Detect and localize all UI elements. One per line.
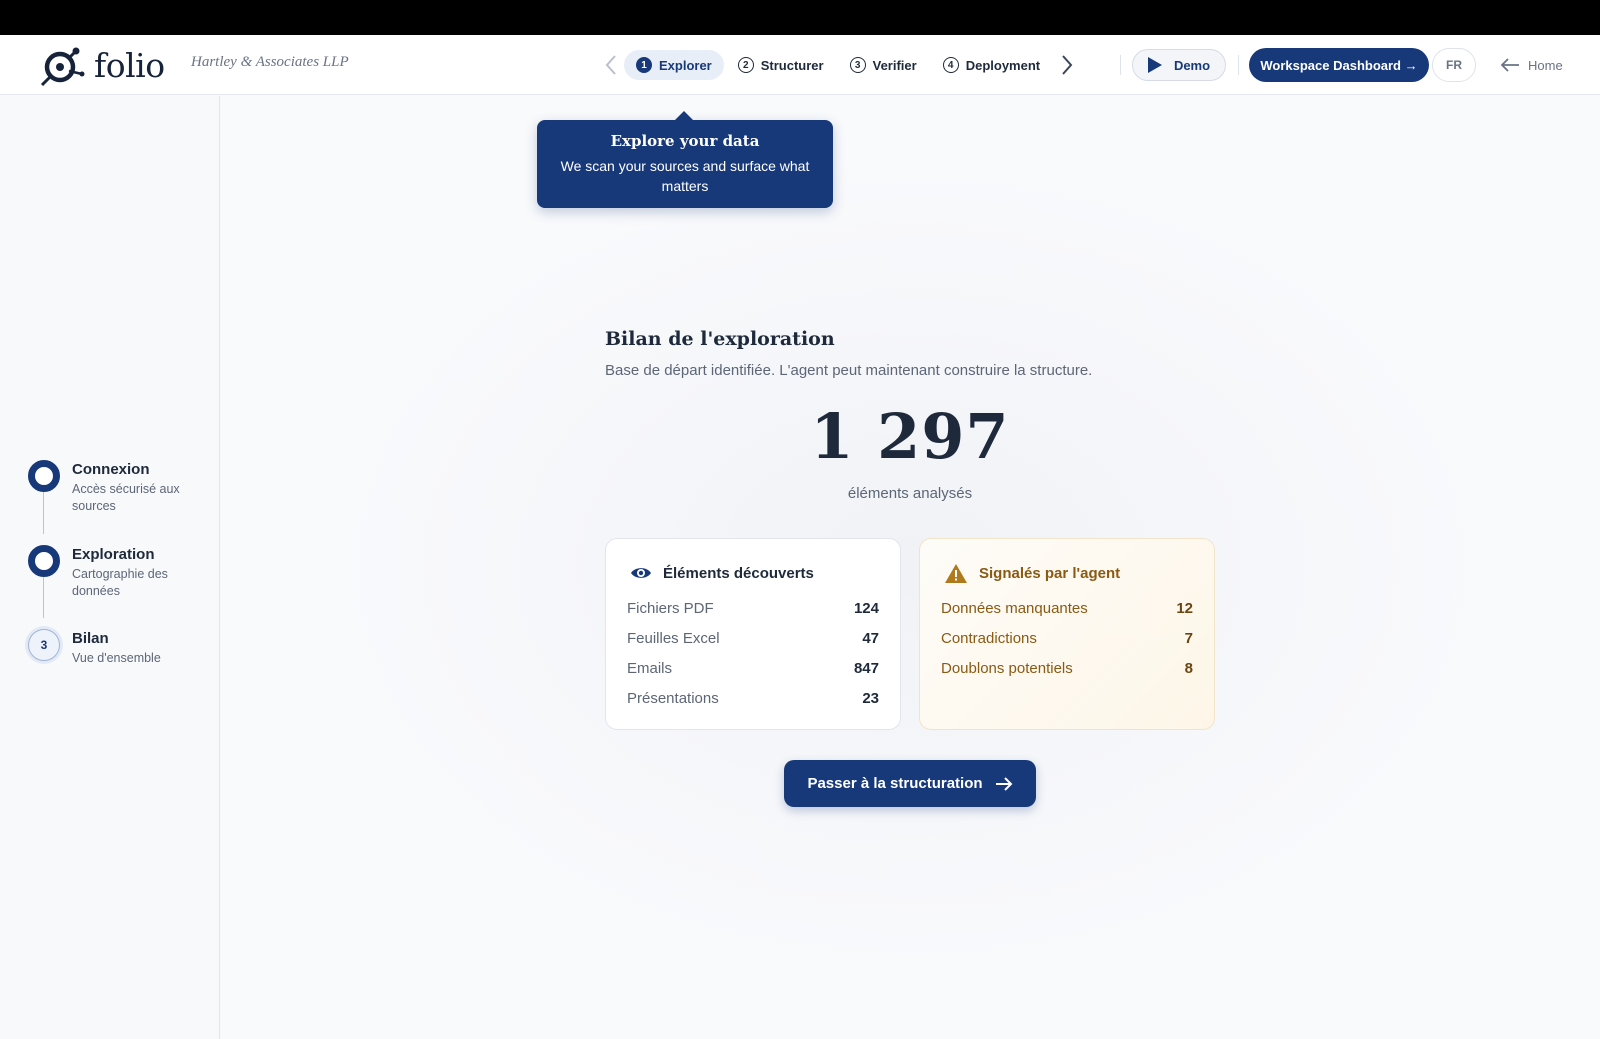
chevron-left-icon xyxy=(605,55,616,75)
step-number: 4 xyxy=(942,57,959,73)
step-label: Deployment xyxy=(965,57,1041,73)
list-item: Contradictions 7 xyxy=(941,623,1193,653)
flagged-items-card: Signalés par l'agent Données manquantes … xyxy=(919,538,1215,730)
step-tab-verifier[interactable]: 3 Verifier xyxy=(838,50,929,80)
total-items-label: éléments analysés xyxy=(847,485,973,502)
folio-logo-icon xyxy=(40,47,85,87)
onboarding-tooltip: Explore your data We scan your sources a… xyxy=(537,111,833,208)
cta-label: Passer à la structuration xyxy=(807,775,983,792)
step-tab-explorer[interactable]: 1 Explorer xyxy=(624,50,724,80)
sidebar-step-subtitle: Accès sécurisé aux sources xyxy=(72,482,180,513)
tooltip-body: We scan your sources and surface what ma… xyxy=(560,158,810,194)
step-tab-structurer[interactable]: 2 Structurer xyxy=(726,50,836,80)
sidebar-step-title: Bilan xyxy=(72,630,109,647)
list-item: Doublons potentiels 8 xyxy=(941,653,1193,683)
home-label: Home xyxy=(1528,57,1563,73)
progress-sidebar: Connexion Accès sécurisé aux sources Exp… xyxy=(0,96,220,1039)
company-name: Hartley & Associates LLP xyxy=(191,54,349,70)
top-black-bar xyxy=(0,0,1600,35)
language-toggle[interactable]: FR xyxy=(1432,48,1476,82)
main-content xyxy=(221,96,1600,1039)
item-count: 8 xyxy=(1184,659,1193,677)
arrow-right-icon xyxy=(995,776,1012,791)
tooltip-title: Explore your data xyxy=(610,132,760,150)
step-number-indicator: 3 xyxy=(28,629,60,661)
step-done-indicator xyxy=(28,545,60,577)
next-step-button[interactable] xyxy=(1054,49,1080,81)
step-tab-deployment[interactable]: 4 Deployment xyxy=(931,50,1052,80)
warning-icon xyxy=(945,563,967,583)
item-count: 847 xyxy=(853,659,879,677)
demo-button[interactable]: Demo xyxy=(1132,49,1226,81)
total-items-count: 1 297 xyxy=(810,400,1010,473)
card-header: Signalés par l'agent xyxy=(941,559,1193,587)
card-header: Éléments découverts xyxy=(627,559,879,587)
sidebar-step-subtitle: Cartographie des données xyxy=(72,567,168,598)
sidebar-step-title: Exploration xyxy=(72,546,155,563)
page-subtitle: Base de départ identifiée. L'agent peut … xyxy=(605,362,1093,379)
step-done-indicator xyxy=(28,460,60,492)
step-number: 2 xyxy=(737,57,754,73)
step-navigation: 1 Explorer 2 Structurer 3 Verifier 4 Dep… xyxy=(598,49,1080,81)
discovered-items-card: Éléments découverts Fichiers PDF 124 Feu… xyxy=(605,538,901,730)
step-label: Explorer xyxy=(659,57,712,73)
item-label: Feuilles Excel xyxy=(627,629,720,647)
prev-step-button[interactable] xyxy=(598,49,624,81)
eye-icon xyxy=(631,568,651,578)
list-item: Fichiers PDF 124 xyxy=(627,593,879,623)
item-label: Contradictions xyxy=(941,629,1037,647)
item-count: 47 xyxy=(862,629,879,647)
step-label: Verifier xyxy=(872,57,917,73)
list-item: Feuilles Excel 47 xyxy=(627,623,879,653)
item-count: 23 xyxy=(862,689,879,707)
logo-text: folio xyxy=(94,45,165,85)
workspace-dashboard-button[interactable]: Workspace Dashboard → xyxy=(1249,48,1429,82)
item-label: Présentations xyxy=(627,689,719,707)
header-divider xyxy=(1120,55,1121,75)
sidebar-step-subtitle: Vue d'ensemble xyxy=(72,651,161,665)
item-label: Fichiers PDF xyxy=(627,599,714,617)
proceed-to-structuring-button[interactable]: Passer à la structuration xyxy=(784,760,1036,807)
demo-label: Demo xyxy=(1173,57,1211,73)
list-item: Données manquantes 12 xyxy=(941,593,1193,623)
item-count: 124 xyxy=(853,599,879,617)
card-title: Éléments découverts xyxy=(663,564,814,582)
step-number: 3 xyxy=(849,57,866,73)
item-count: 7 xyxy=(1184,629,1193,647)
step-label: Structurer xyxy=(760,57,824,73)
card-title: Signalés par l'agent xyxy=(979,564,1121,582)
item-label: Emails xyxy=(627,659,673,677)
sidebar-step-title: Connexion xyxy=(72,461,150,478)
page-title: Bilan de l'exploration xyxy=(605,328,835,350)
step-number: 1 xyxy=(636,57,652,73)
header-divider xyxy=(1238,55,1239,75)
app-header: folio Hartley & Associates LLP 1 Explore… xyxy=(0,35,1600,95)
home-link[interactable]: Home xyxy=(1500,53,1563,77)
arrow-left-icon xyxy=(1500,58,1519,72)
logo[interactable]: folio xyxy=(38,41,165,89)
item-count: 12 xyxy=(1176,599,1193,617)
item-label: Doublons potentiels xyxy=(941,659,1073,677)
list-item: Présentations 23 xyxy=(627,683,879,713)
list-item: Emails 847 xyxy=(627,653,879,683)
play-icon xyxy=(1147,57,1162,73)
chevron-right-icon xyxy=(1062,55,1073,75)
item-label: Données manquantes xyxy=(941,599,1088,617)
